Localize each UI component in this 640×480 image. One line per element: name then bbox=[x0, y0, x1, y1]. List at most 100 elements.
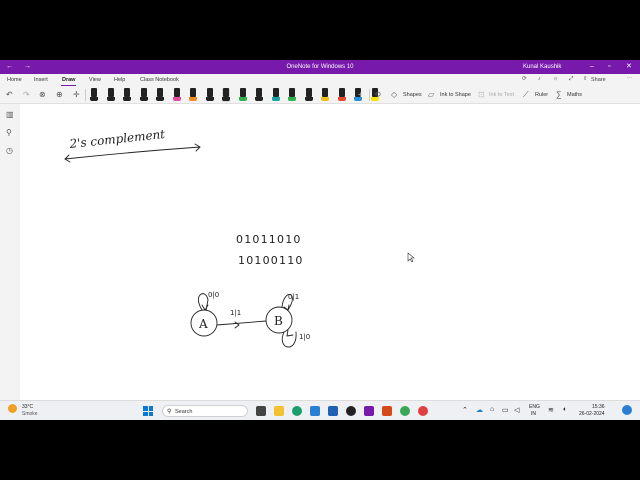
office-icon[interactable] bbox=[382, 406, 392, 416]
pen-color-tip bbox=[321, 97, 329, 101]
maths-button[interactable]: Maths bbox=[567, 92, 582, 98]
ribbon-tabs: Home Insert Draw View Help Class Noteboo… bbox=[0, 74, 640, 86]
pen-body bbox=[124, 88, 130, 97]
loop-b-top-label: 0|1 bbox=[288, 293, 299, 301]
maximize-icon[interactable]: ▫ bbox=[608, 63, 610, 71]
ruler-button[interactable]: Ruler bbox=[535, 92, 548, 98]
onenote-icon[interactable] bbox=[364, 406, 374, 416]
tab-help[interactable]: Help bbox=[114, 77, 125, 83]
clock-date[interactable]: 26-02-2024 bbox=[579, 411, 605, 417]
dell-icon[interactable] bbox=[346, 406, 356, 416]
app-icon[interactable] bbox=[418, 406, 428, 416]
redo-icon[interactable]: ↷ bbox=[23, 90, 30, 99]
pen-swatch[interactable] bbox=[172, 88, 181, 102]
pen-body bbox=[157, 88, 163, 97]
store-icon[interactable] bbox=[328, 406, 338, 416]
close-icon[interactable]: ✕ bbox=[626, 63, 632, 71]
pen-body bbox=[190, 88, 196, 97]
pen-color-tip bbox=[288, 97, 296, 101]
tab-home[interactable]: Home bbox=[7, 77, 22, 83]
pen-swatch[interactable] bbox=[337, 88, 346, 102]
pen-swatch[interactable] bbox=[123, 88, 131, 102]
loop-a-arrowhead bbox=[201, 304, 209, 311]
weather-temp[interactable]: 33°C bbox=[22, 404, 33, 410]
add-space-icon[interactable]: ⊕ bbox=[56, 90, 63, 99]
pen-color-tip bbox=[106, 97, 115, 101]
user-name[interactable]: Kunal Kaushik bbox=[523, 64, 561, 70]
pen-swatch[interactable] bbox=[156, 88, 164, 102]
maths-icon[interactable]: ∑ bbox=[556, 90, 562, 99]
note-canvas[interactable]: 2's complement 01011010 10100110 A B 0|0… bbox=[20, 104, 640, 400]
weather-desc[interactable]: Smoke bbox=[22, 411, 38, 417]
ruler-icon[interactable]: ⟋ bbox=[523, 90, 529, 99]
onedrive-icon[interactable]: ☁ bbox=[476, 406, 483, 414]
task-view-icon[interactable] bbox=[256, 406, 266, 416]
shapes-button[interactable]: Shapes bbox=[403, 92, 422, 98]
wifi-icon[interactable]: ≋ bbox=[548, 406, 554, 414]
windows-start-icon[interactable] bbox=[143, 406, 153, 416]
language-code[interactable]: ENG bbox=[529, 404, 540, 410]
type-icon[interactable]: ✛ bbox=[73, 90, 80, 99]
bell-icon[interactable]: ♪ bbox=[538, 76, 541, 82]
weather-icon[interactable] bbox=[8, 404, 17, 413]
pen-swatch[interactable] bbox=[304, 88, 313, 102]
share-icon[interactable]: ⇧ bbox=[583, 76, 588, 82]
tab-draw[interactable]: Draw bbox=[60, 77, 77, 86]
sync-icon[interactable]: ⟳ bbox=[522, 76, 527, 82]
speaker-icon[interactable]: ◐ bbox=[563, 406, 567, 413]
minimize-icon[interactable]: – bbox=[590, 63, 594, 71]
mail-icon[interactable] bbox=[310, 406, 320, 416]
more-options-icon[interactable]: ⋯ bbox=[627, 76, 633, 82]
search-placeholder: Search bbox=[175, 408, 193, 415]
pen-swatch[interactable] bbox=[189, 88, 197, 102]
pen-body bbox=[140, 88, 147, 97]
tray-chevron-icon[interactable]: ⌃ bbox=[462, 406, 468, 414]
add-pen-icon[interactable]: + bbox=[358, 90, 363, 99]
recent-history-icon[interactable]: ◷ bbox=[6, 146, 13, 155]
pen-swatch[interactable] bbox=[222, 88, 230, 102]
pen-body bbox=[322, 88, 328, 97]
ink-to-text-button[interactable]: Ink to Text bbox=[489, 92, 514, 98]
network-icon[interactable]: ⌂ bbox=[490, 406, 494, 413]
pen-swatch[interactable] bbox=[90, 88, 98, 102]
pen-swatch[interactable] bbox=[255, 88, 263, 102]
tab-view[interactable]: View bbox=[89, 77, 101, 83]
pen-swatch[interactable] bbox=[288, 88, 296, 102]
tab-insert[interactable]: Insert bbox=[34, 77, 48, 83]
chrome-icon[interactable] bbox=[400, 406, 410, 416]
loop-b-bottom bbox=[281, 331, 297, 348]
ink-drawing[interactable]: 2's complement 01011010 10100110 A B 0|0… bbox=[20, 104, 640, 400]
share-button[interactable]: Share bbox=[591, 77, 606, 83]
pen-swatch[interactable] bbox=[321, 88, 329, 102]
pen-swatch[interactable] bbox=[106, 88, 115, 102]
language-region[interactable]: IN bbox=[531, 411, 536, 417]
lightbulb-icon[interactable]: ☼ bbox=[553, 76, 558, 82]
pen-swatch[interactable] bbox=[271, 88, 280, 102]
clock-time[interactable]: 15:36 bbox=[592, 404, 605, 410]
ink-to-shape-icon[interactable]: ▱ bbox=[428, 90, 434, 99]
notifications-icon[interactable] bbox=[622, 405, 632, 415]
ink-to-shape-button[interactable]: Ink to Shape bbox=[440, 92, 471, 98]
expand-icon[interactable]: ⤢ bbox=[569, 76, 573, 83]
pen-body bbox=[289, 88, 295, 97]
edge-browser-icon[interactable] bbox=[292, 406, 302, 416]
notebooks-icon[interactable]: ▥ bbox=[6, 110, 14, 119]
lasso-select-icon[interactable]: ⊗ bbox=[39, 90, 46, 99]
search-icon[interactable]: ⚲ bbox=[6, 128, 12, 137]
binary-line-2: 10100110 bbox=[238, 254, 304, 267]
shapes-icon[interactable]: ◇ bbox=[391, 90, 397, 99]
pen-swatch[interactable] bbox=[139, 88, 148, 102]
taskbar-search[interactable]: ⚲ Search bbox=[162, 405, 248, 417]
undo-icon[interactable]: ↶ bbox=[6, 90, 13, 99]
pen-body bbox=[173, 88, 180, 97]
ink-replay-icon[interactable]: ⟲ bbox=[374, 90, 381, 99]
tab-class-notebook[interactable]: Class Notebook bbox=[140, 77, 179, 83]
ink-to-text-icon[interactable]: ⊡ bbox=[478, 90, 485, 99]
volume-icon[interactable]: ◁ bbox=[514, 406, 519, 414]
loop-b-top-arrowhead bbox=[283, 304, 290, 311]
pen-swatch[interactable] bbox=[205, 88, 214, 102]
pen-swatch[interactable] bbox=[238, 88, 247, 102]
state-b-label: B bbox=[274, 314, 283, 328]
battery-icon[interactable]: ▭ bbox=[502, 406, 509, 414]
file-explorer-icon[interactable] bbox=[274, 406, 284, 416]
